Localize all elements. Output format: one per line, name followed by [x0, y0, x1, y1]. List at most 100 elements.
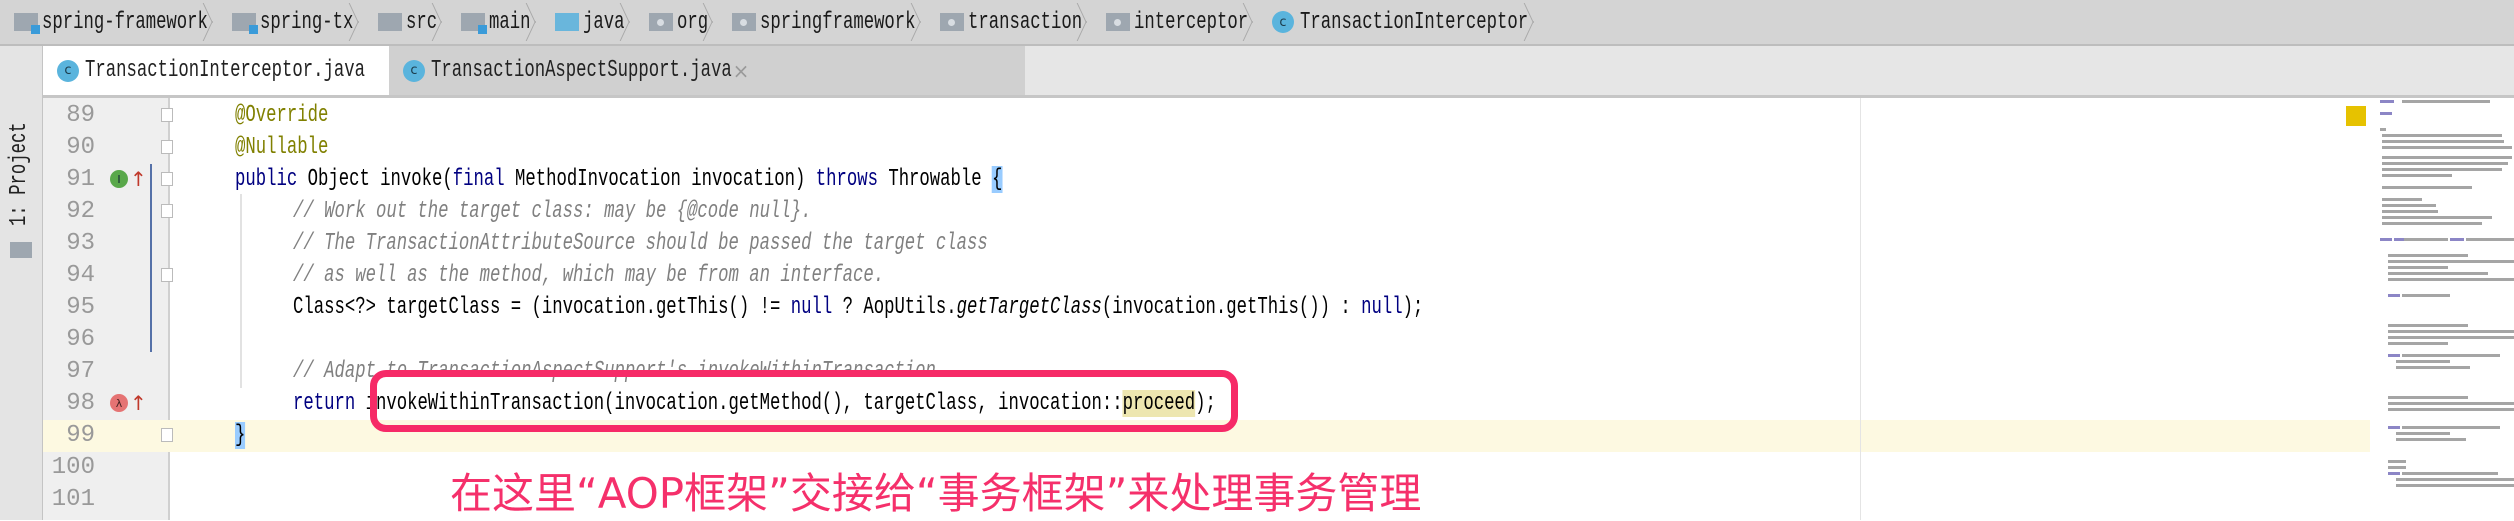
code-line[interactable]: 92 // Work out the target class: may be {… [43, 196, 2370, 228]
breadcrumb-item[interactable]: spring-tx [232, 0, 372, 45]
highlight-box [370, 370, 1238, 432]
minimap-line [2388, 324, 2468, 327]
code-token: // Work out the target class: may be {@c… [293, 198, 812, 225]
vcs-change-marker[interactable] [150, 164, 152, 352]
minimap-line [2396, 484, 2514, 487]
code-text: // as well as the method, which may be f… [293, 260, 1114, 292]
code-text: } [235, 420, 249, 452]
code-line[interactable]: 96 [43, 324, 2370, 356]
fold-marker-icon[interactable] [161, 204, 173, 218]
minimap-line [2388, 466, 2406, 469]
chevron-right-icon [358, 0, 372, 45]
breadcrumb-item[interactable]: c TransactionInterceptor [1272, 0, 1547, 45]
minimap-line [2388, 260, 2514, 263]
code-token: getTargetClass [956, 294, 1102, 321]
chevron-right-icon [712, 0, 726, 45]
breadcrumb-item[interactable]: java [555, 0, 643, 45]
code-line[interactable]: 94 // as well as the method, which may be… [43, 260, 2370, 292]
package-icon [732, 13, 756, 31]
code-token: (invocation.getThis()) : [1101, 294, 1362, 321]
breadcrumb-label: transaction [968, 8, 1083, 36]
minimap-line [2382, 198, 2422, 201]
line-number: 98 [66, 390, 95, 417]
minimap-line [2396, 478, 2514, 481]
tab-transaction-aspect-support[interactable]: c TransactionAspectSupport.java × [389, 46, 1025, 95]
line-number: 101 [51, 486, 95, 513]
code-line[interactable]: 93 // The TransactionAttributeSource shou… [43, 228, 2370, 260]
breadcrumb-item[interactable]: spring-framework [14, 0, 226, 45]
close-tab-icon[interactable]: × [733, 59, 750, 83]
chevron-right-icon [1086, 0, 1100, 45]
minimap-line [2388, 254, 2468, 257]
minimap-line [2450, 238, 2464, 241]
fold-marker-icon[interactable] [161, 172, 173, 186]
minimap-line [2382, 134, 2502, 137]
code-token: { [992, 166, 1003, 193]
minimap-line [2404, 238, 2448, 241]
minimap-line [2388, 342, 2448, 345]
code-token: null [1361, 294, 1403, 321]
code-text: Class<?> targetClass = (invocation.getTh… [293, 292, 1863, 324]
minimap-line [2382, 140, 2504, 143]
fold-marker-icon[interactable] [161, 108, 173, 122]
class-icon: c [403, 59, 425, 82]
line-number: 96 [66, 326, 95, 353]
breadcrumb-label: java [583, 8, 625, 36]
lambda-icon[interactable]: λ [110, 394, 128, 412]
tab-label: TransactionAspectSupport.java [431, 57, 732, 84]
minimap-line [2396, 366, 2470, 369]
line-number: 99 [66, 422, 95, 449]
go-to-super-icon[interactable]: ↑ [130, 166, 147, 192]
minimap-line [2388, 278, 2514, 281]
code-token: @Nullable [235, 134, 329, 161]
breadcrumb: spring-framework spring-tx src main java org s… [0, 0, 2514, 46]
code-text: public Object invoke(final MethodInvocat… [235, 164, 1301, 196]
go-to-super-icon[interactable]: ↑ [130, 390, 147, 416]
breadcrumb-label: springframework [760, 8, 916, 36]
minimap-line [2388, 294, 2400, 297]
module-folder-icon [461, 13, 487, 34]
fold-marker-icon[interactable] [161, 140, 173, 154]
code-text: @Nullable [235, 132, 365, 164]
code-line[interactable]: 90 @Nullable [43, 132, 2370, 164]
breadcrumb-label: main [489, 8, 531, 36]
code-text: // The TransactionAttributeSource should… [293, 228, 1258, 260]
inspection-status-icon[interactable] [2346, 106, 2366, 126]
minimap-line [2466, 238, 2514, 241]
breadcrumb-item[interactable]: main [461, 0, 549, 45]
breadcrumb-item[interactable]: org [649, 0, 726, 45]
folder-icon [378, 13, 402, 31]
line-number: 95 [66, 294, 95, 321]
code-line[interactable]: 91 I ↑ public Object invoke(final MethodInv… [43, 164, 2370, 196]
minimap-line [2382, 162, 2508, 165]
chevron-right-icon [535, 0, 549, 45]
chevron-right-icon [1533, 0, 1547, 45]
code-minimap[interactable] [2372, 98, 2514, 520]
minimap-line [2382, 216, 2492, 219]
minimap-line [2382, 174, 2452, 177]
minimap-line [2382, 222, 2482, 225]
tab-transaction-interceptor[interactable]: c TransactionInterceptor.java × [43, 46, 415, 95]
implements-method-icon[interactable]: I [110, 170, 128, 188]
breadcrumb-item[interactable]: interceptor [1106, 0, 1266, 45]
line-number: 90 [66, 134, 95, 161]
code-token: ? AopUtils. [832, 294, 957, 321]
class-icon: c [57, 59, 79, 82]
code-line[interactable]: 89 @Override [43, 100, 2370, 132]
folder-icon [10, 242, 32, 258]
fold-marker-icon[interactable] [161, 268, 173, 282]
minimap-line [2388, 336, 2514, 339]
breadcrumb-label: spring-framework [42, 8, 208, 36]
package-icon [1106, 13, 1130, 31]
breadcrumb-item[interactable]: src [378, 0, 455, 45]
breadcrumb-item[interactable]: springframework [732, 0, 934, 45]
minimap-line [2394, 238, 2404, 241]
minimap-line [2388, 402, 2514, 405]
project-tool-button[interactable]: 1: Project [6, 82, 33, 226]
minimap-line [2402, 426, 2500, 429]
minimap-line [2382, 204, 2436, 207]
module-folder-icon [14, 13, 40, 34]
code-line[interactable]: 95 Class<?> targetClass = (invocation.get… [43, 292, 2370, 324]
breadcrumb-item[interactable]: transaction [940, 0, 1100, 45]
fold-marker-icon[interactable] [161, 428, 173, 442]
